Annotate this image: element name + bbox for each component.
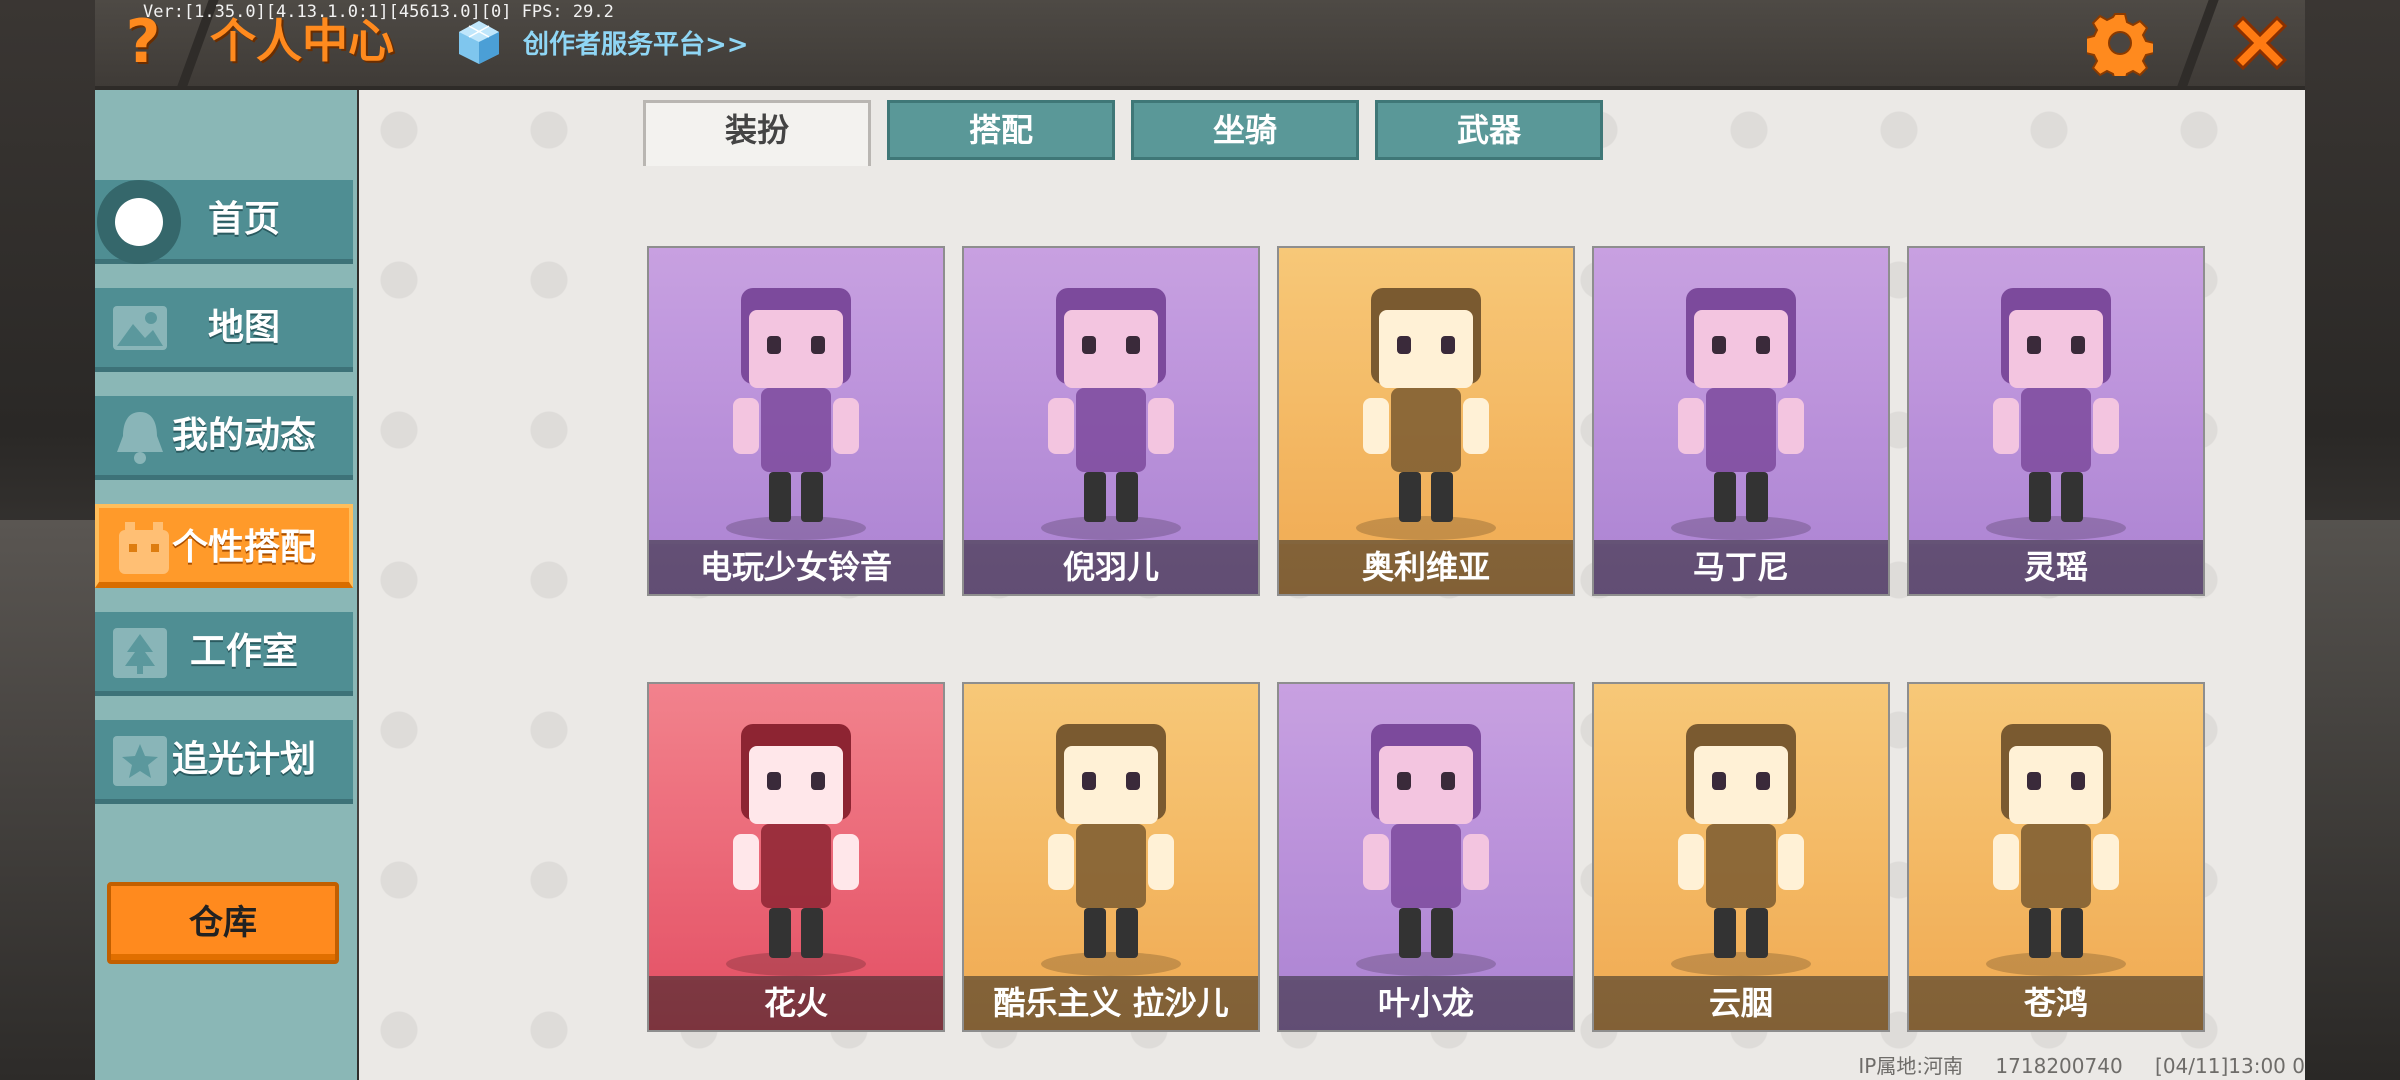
character-card[interactable]: 倪羽儿	[962, 246, 1260, 596]
character-figure	[649, 684, 943, 980]
tab-dress-up[interactable]: 装扮	[643, 100, 871, 166]
character-card[interactable]: 云胭	[1592, 682, 1890, 1032]
creator-platform-link[interactable]: 创作者服务平台>>	[523, 24, 749, 61]
warehouse-label: 仓库	[189, 903, 257, 943]
sidebar-item-label: 工作室	[189, 631, 298, 672]
cube-icon	[459, 21, 499, 64]
character-name: 云胭	[1594, 976, 1888, 1030]
close-icon[interactable]	[2225, 8, 2295, 78]
date-stamp: [04/11]13:00 0	[2155, 1054, 2305, 1078]
character-name: 倪羽儿	[964, 540, 1258, 594]
character-figure	[1594, 248, 1888, 544]
ip-location: IP属地:河南	[1858, 1054, 1964, 1078]
character-name: 奥利维亚	[1279, 540, 1573, 594]
outfit-panel: 装扮 搭配 坐骑 武器 电玩少女铃音 倪羽儿 奥利维亚 马丁尼 灵瑶花火 酷乐主义 拉沙儿…	[359, 90, 2305, 1080]
user-id: 1718200740	[1995, 1054, 2123, 1078]
sidebar-item-label: 个性搭配	[171, 527, 316, 568]
sidebar-item-home[interactable]: 首页	[95, 180, 353, 264]
sidebar-item-label: 我的动态	[171, 415, 316, 456]
sidebar-item-my-activity[interactable]: 我的动态	[95, 396, 353, 480]
character-figure	[1909, 684, 2203, 980]
sidebar-item-label: 地图	[207, 307, 280, 348]
character-figure	[964, 248, 1258, 544]
character-figure	[1279, 248, 1573, 544]
character-name: 电玩少女铃音	[649, 540, 943, 594]
sidebar-item-map[interactable]: 地图	[95, 288, 353, 372]
character-figure	[1594, 684, 1888, 980]
gear-icon[interactable]	[2087, 10, 2153, 76]
sidebar-item-label: 首页	[207, 199, 280, 240]
tab-weapon[interactable]: 武器	[1375, 100, 1603, 160]
character-name: 灵瑶	[1909, 540, 2203, 594]
character-name: 马丁尼	[1594, 540, 1888, 594]
character-card[interactable]: 马丁尼	[1592, 246, 1890, 596]
character-card[interactable]: 叶小龙	[1277, 682, 1575, 1032]
debug-info: Ver:[1.35.0][4.13.1.0:1][45613.0][0] FPS…	[143, 2, 614, 22]
character-card[interactable]: 酷乐主义 拉沙儿	[962, 682, 1260, 1032]
character-figure	[1909, 248, 2203, 544]
tab-mount[interactable]: 坐骑	[1131, 100, 1359, 160]
top-bar: ? 个人中心 Ver:[1.35.0][4.13.1.0:1][45613.0]…	[95, 0, 2305, 90]
character-card[interactable]: 花火	[647, 682, 945, 1032]
footer-info: IP属地:河南 1718200740 [04/11]13:00 0	[1832, 1050, 2305, 1080]
divider	[2177, 0, 2219, 86]
character-card[interactable]: 苍鸿	[1907, 682, 2205, 1032]
character-figure	[964, 684, 1258, 980]
sidebar: 首页 地图 我的动态 个性搭配 工作室 追光计划 仓库	[95, 90, 357, 1080]
sidebar-item-personal-style[interactable]: 个性搭配	[95, 504, 353, 588]
character-card[interactable]: 电玩少女铃音	[647, 246, 945, 596]
character-name: 酷乐主义 拉沙儿	[964, 976, 1258, 1030]
warehouse-button[interactable]: 仓库	[107, 882, 339, 964]
character-card[interactable]: 奥利维亚	[1277, 246, 1575, 596]
sidebar-item-light-chasing-plan[interactable]: 追光计划	[95, 720, 353, 804]
personal-center-window: ? 个人中心 Ver:[1.35.0][4.13.1.0:1][45613.0]…	[95, 0, 2305, 1080]
sidebar-item-studio[interactable]: 工作室	[95, 612, 353, 696]
sidebar-item-label: 追光计划	[171, 739, 316, 780]
character-figure	[1279, 684, 1573, 980]
tab-outfit[interactable]: 搭配	[887, 100, 1115, 160]
character-name: 苍鸿	[1909, 976, 2203, 1030]
character-card[interactable]: 灵瑶	[1907, 246, 2205, 596]
character-name: 花火	[649, 976, 943, 1030]
character-figure	[649, 248, 943, 544]
character-name: 叶小龙	[1279, 976, 1573, 1030]
